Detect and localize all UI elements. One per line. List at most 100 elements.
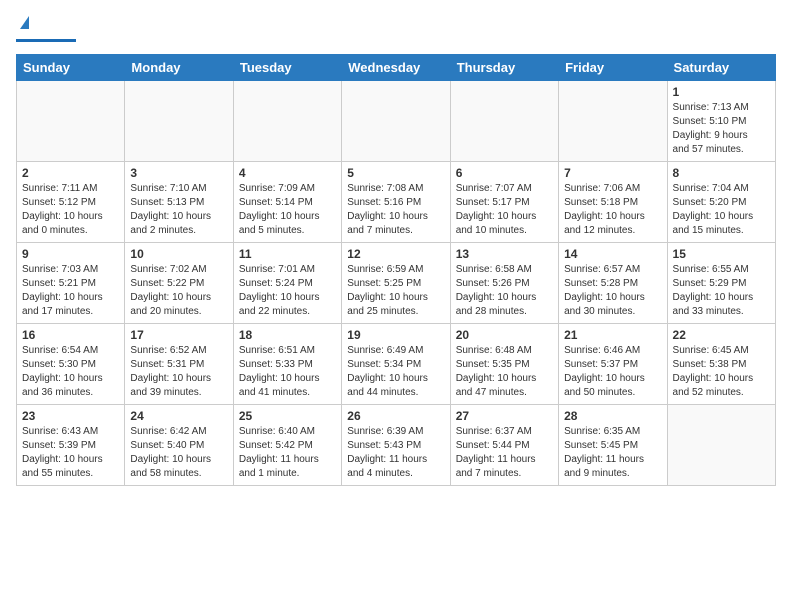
logo-triangle-icon — [20, 16, 29, 29]
calendar-day-cell: 19 Sunrise: 6:49 AM Sunset: 5:34 PM Dayli… — [342, 324, 450, 405]
day-info: Sunrise: 6:58 AM Sunset: 5:26 PM Dayligh… — [456, 263, 553, 319]
calendar-week-row: 2Sunrise: 7:11 AM Sunset: 5:12 PM Daylig… — [17, 162, 776, 243]
day-number: 8 — [673, 166, 770, 180]
day-number: 4 — [239, 166, 336, 180]
day-number: 24 — [130, 409, 227, 423]
day-info: Sunrise: 7:03 AM Sunset: 5:21 PM Dayligh… — [22, 263, 119, 319]
weekday-header-row: SundayMondayTuesdayWednesdayThursdayFrid… — [17, 55, 776, 81]
day-number: 18 — [239, 328, 336, 342]
calendar-day-cell: 5 Sunrise: 7:08 AM Sunset: 5:16 PM Daylig… — [342, 162, 450, 243]
day-info: Sunrise: 6:39 AM Sunset: 5:43 PM Dayligh… — [347, 425, 444, 481]
day-number: 20 — [456, 328, 553, 342]
calendar-day-cell — [125, 81, 233, 162]
day-info: Sunrise: 6:48 AM Sunset: 5:35 PM Dayligh… — [456, 344, 553, 400]
day-number: 22 — [673, 328, 770, 342]
weekday-header-sunday: Sunday — [17, 55, 125, 81]
calendar-day-cell: 18 Sunrise: 6:51 AM Sunset: 5:33 PM Dayli… — [233, 324, 341, 405]
calendar-table: SundayMondayTuesdayWednesdayThursdayFrid… — [16, 54, 776, 486]
calendar-day-cell: 24 Sunrise: 6:42 AM Sunset: 5:40 PM Dayli… — [125, 405, 233, 486]
day-number: 14 — [564, 247, 661, 261]
calendar-day-cell: 9 Sunrise: 7:03 AM Sunset: 5:21 PM Daylig… — [17, 243, 125, 324]
day-info: Sunrise: 7:09 AM Sunset: 5:14 PM Dayligh… — [239, 182, 336, 238]
day-number: 10 — [130, 247, 227, 261]
calendar-day-cell: 13 Sunrise: 6:58 AM Sunset: 5:26 PM Dayli… — [450, 243, 558, 324]
calendar-day-cell: 4 Sunrise: 7:09 AM Sunset: 5:14 PM Daylig… — [233, 162, 341, 243]
calendar-day-cell: 26 Sunrise: 6:39 AM Sunset: 5:43 PM Dayli… — [342, 405, 450, 486]
day-info: Sunrise: 6:49 AM Sunset: 5:34 PM Dayligh… — [347, 344, 444, 400]
day-info: Sunrise: 6:43 AM Sunset: 5:39 PM Dayligh… — [22, 425, 119, 481]
day-number: 27 — [456, 409, 553, 423]
calendar-day-cell: 23 Sunrise: 6:43 AM Sunset: 5:39 PM Dayli… — [17, 405, 125, 486]
calendar-day-cell: 3Sunrise: 7:10 AM Sunset: 5:13 PM Daylig… — [125, 162, 233, 243]
day-number: 26 — [347, 409, 444, 423]
weekday-header-tuesday: Tuesday — [233, 55, 341, 81]
weekday-header-saturday: Saturday — [667, 55, 775, 81]
day-info: Sunrise: 7:08 AM Sunset: 5:16 PM Dayligh… — [347, 182, 444, 238]
calendar-day-cell — [450, 81, 558, 162]
day-info: Sunrise: 6:52 AM Sunset: 5:31 PM Dayligh… — [130, 344, 227, 400]
calendar-day-cell — [17, 81, 125, 162]
day-info: Sunrise: 6:35 AM Sunset: 5:45 PM Dayligh… — [564, 425, 661, 481]
calendar-week-row: 9 Sunrise: 7:03 AM Sunset: 5:21 PM Daylig… — [17, 243, 776, 324]
calendar-day-cell: 1 Sunrise: 7:13 AM Sunset: 5:10 PM Daylig… — [667, 81, 775, 162]
day-info: Sunrise: 6:54 AM Sunset: 5:30 PM Dayligh… — [22, 344, 119, 400]
calendar-day-cell: 28 Sunrise: 6:35 AM Sunset: 5:45 PM Dayli… — [559, 405, 667, 486]
day-number: 9 — [22, 247, 119, 261]
day-number: 13 — [456, 247, 553, 261]
weekday-header-monday: Monday — [125, 55, 233, 81]
calendar-day-cell: 15 Sunrise: 6:55 AM Sunset: 5:29 PM Dayli… — [667, 243, 775, 324]
calendar-day-cell: 20 Sunrise: 6:48 AM Sunset: 5:35 PM Dayli… — [450, 324, 558, 405]
calendar-day-cell: 17 Sunrise: 6:52 AM Sunset: 5:31 PM Dayli… — [125, 324, 233, 405]
calendar-day-cell: 14Sunrise: 6:57 AM Sunset: 5:28 PM Dayli… — [559, 243, 667, 324]
calendar-day-cell: 27 Sunrise: 6:37 AM Sunset: 5:44 PM Dayli… — [450, 405, 558, 486]
calendar-day-cell: 21 Sunrise: 6:46 AM Sunset: 5:37 PM Dayli… — [559, 324, 667, 405]
day-info: Sunrise: 7:06 AM Sunset: 5:18 PM Dayligh… — [564, 182, 661, 238]
calendar-day-cell — [233, 81, 341, 162]
weekday-header-friday: Friday — [559, 55, 667, 81]
day-number: 23 — [22, 409, 119, 423]
day-number: 1 — [673, 85, 770, 99]
calendar-week-row: 16 Sunrise: 6:54 AM Sunset: 5:30 PM Dayli… — [17, 324, 776, 405]
calendar-day-cell: 11Sunrise: 7:01 AM Sunset: 5:24 PM Dayli… — [233, 243, 341, 324]
day-number: 28 — [564, 409, 661, 423]
day-number: 21 — [564, 328, 661, 342]
day-info: Sunrise: 6:37 AM Sunset: 5:44 PM Dayligh… — [456, 425, 553, 481]
calendar-day-cell — [559, 81, 667, 162]
day-number: 25 — [239, 409, 336, 423]
day-info: Sunrise: 6:46 AM Sunset: 5:37 PM Dayligh… — [564, 344, 661, 400]
calendar-day-cell: 7 Sunrise: 7:06 AM Sunset: 5:18 PM Daylig… — [559, 162, 667, 243]
calendar-day-cell: 2Sunrise: 7:11 AM Sunset: 5:12 PM Daylig… — [17, 162, 125, 243]
day-info: Sunrise: 6:59 AM Sunset: 5:25 PM Dayligh… — [347, 263, 444, 319]
calendar-day-cell: 12 Sunrise: 6:59 AM Sunset: 5:25 PM Dayli… — [342, 243, 450, 324]
calendar-week-row: 23 Sunrise: 6:43 AM Sunset: 5:39 PM Dayli… — [17, 405, 776, 486]
calendar-day-cell: 6Sunrise: 7:07 AM Sunset: 5:17 PM Daylig… — [450, 162, 558, 243]
day-number: 7 — [564, 166, 661, 180]
day-info: Sunrise: 7:10 AM Sunset: 5:13 PM Dayligh… — [130, 182, 227, 238]
calendar-day-cell: 16 Sunrise: 6:54 AM Sunset: 5:30 PM Dayli… — [17, 324, 125, 405]
page-header — [16, 16, 776, 42]
logo — [16, 16, 76, 42]
day-info: Sunrise: 7:13 AM Sunset: 5:10 PM Dayligh… — [673, 101, 770, 157]
day-number: 12 — [347, 247, 444, 261]
day-info: Sunrise: 6:45 AM Sunset: 5:38 PM Dayligh… — [673, 344, 770, 400]
day-number: 15 — [673, 247, 770, 261]
day-info: Sunrise: 7:11 AM Sunset: 5:12 PM Dayligh… — [22, 182, 119, 238]
day-number: 17 — [130, 328, 227, 342]
calendar-day-cell: 8 Sunrise: 7:04 AM Sunset: 5:20 PM Daylig… — [667, 162, 775, 243]
calendar-day-cell: 22 Sunrise: 6:45 AM Sunset: 5:38 PM Dayli… — [667, 324, 775, 405]
day-number: 19 — [347, 328, 444, 342]
day-info: Sunrise: 6:55 AM Sunset: 5:29 PM Dayligh… — [673, 263, 770, 319]
calendar-day-cell — [667, 405, 775, 486]
calendar-day-cell: 25 Sunrise: 6:40 AM Sunset: 5:42 PM Dayli… — [233, 405, 341, 486]
calendar-week-row: 1 Sunrise: 7:13 AM Sunset: 5:10 PM Daylig… — [17, 81, 776, 162]
day-info: Sunrise: 7:07 AM Sunset: 5:17 PM Dayligh… — [456, 182, 553, 238]
day-info: Sunrise: 7:04 AM Sunset: 5:20 PM Dayligh… — [673, 182, 770, 238]
logo-underline — [16, 39, 76, 42]
day-number: 16 — [22, 328, 119, 342]
weekday-header-thursday: Thursday — [450, 55, 558, 81]
day-info: Sunrise: 6:51 AM Sunset: 5:33 PM Dayligh… — [239, 344, 336, 400]
day-info: Sunrise: 6:42 AM Sunset: 5:40 PM Dayligh… — [130, 425, 227, 481]
day-number: 5 — [347, 166, 444, 180]
day-info: Sunrise: 6:40 AM Sunset: 5:42 PM Dayligh… — [239, 425, 336, 481]
calendar-day-cell: 10Sunrise: 7:02 AM Sunset: 5:22 PM Dayli… — [125, 243, 233, 324]
